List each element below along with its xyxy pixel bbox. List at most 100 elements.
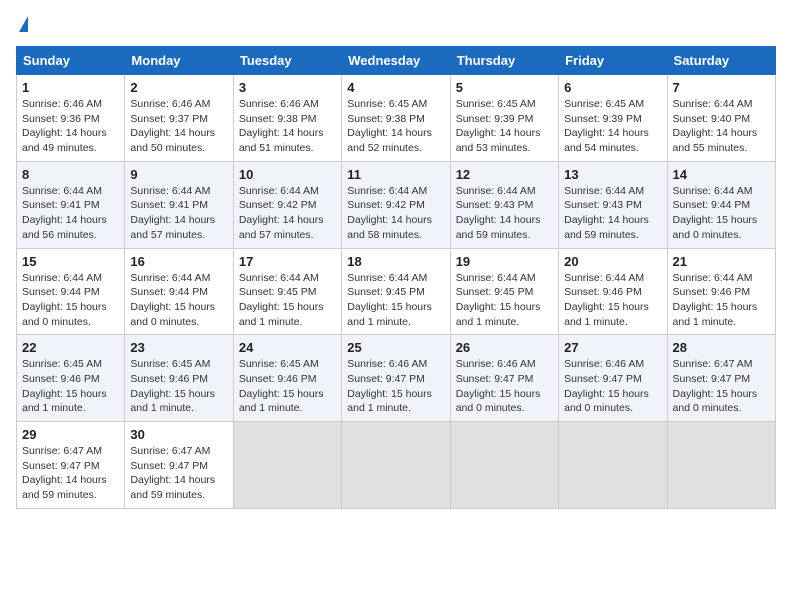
day-info-text: Sunrise: 6:44 AM Sunset: 9:40 PM Dayligh… <box>673 97 770 156</box>
day-info-text: Sunrise: 6:44 AM Sunset: 9:43 PM Dayligh… <box>564 184 661 243</box>
day-info-text: Sunrise: 6:47 AM Sunset: 9:47 PM Dayligh… <box>22 444 119 503</box>
calendar-day-cell: 9 Sunrise: 6:44 AM Sunset: 9:41 PM Daylig… <box>125 161 233 248</box>
day-number: 25 <box>347 340 444 355</box>
calendar-day-cell: 8 Sunrise: 6:44 AM Sunset: 9:41 PM Daylig… <box>17 161 125 248</box>
calendar-day-cell <box>342 422 450 509</box>
calendar-day-cell: 18Sunrise: 6:44 AM Sunset: 9:45 PM Dayli… <box>342 248 450 335</box>
day-info-text: Sunrise: 6:47 AM Sunset: 9:47 PM Dayligh… <box>673 357 770 416</box>
day-info-text: Sunrise: 6:45 AM Sunset: 9:39 PM Dayligh… <box>564 97 661 156</box>
day-info-text: Sunrise: 6:44 AM Sunset: 9:42 PM Dayligh… <box>347 184 444 243</box>
calendar-day-cell: 28 Sunrise: 6:47 AM Sunset: 9:47 PM Dayli… <box>667 335 775 422</box>
day-number: 12 <box>456 167 553 182</box>
day-info-text: Sunrise: 6:44 AM Sunset: 9:45 PM Dayligh… <box>239 271 336 330</box>
day-header-tuesday: Tuesday <box>233 47 341 75</box>
day-header-monday: Monday <box>125 47 233 75</box>
day-number: 28 <box>673 340 770 355</box>
calendar-day-cell: 14Sunrise: 6:44 AM Sunset: 9:44 PM Dayli… <box>667 161 775 248</box>
day-number: 5 <box>456 80 553 95</box>
calendar-day-cell <box>233 422 341 509</box>
day-info-text: Sunrise: 6:44 AM Sunset: 9:42 PM Dayligh… <box>239 184 336 243</box>
day-header-friday: Friday <box>559 47 667 75</box>
day-number: 2 <box>130 80 227 95</box>
calendar-day-cell: 21 Sunrise: 6:44 AM Sunset: 9:46 PM Dayli… <box>667 248 775 335</box>
day-number: 14 <box>673 167 770 182</box>
day-header-saturday: Saturday <box>667 47 775 75</box>
header-row: SundayMondayTuesdayWednesdayThursdayFrid… <box>17 47 776 75</box>
day-number: 16 <box>130 254 227 269</box>
day-info-text: Sunrise: 6:46 AM Sunset: 9:37 PM Dayligh… <box>130 97 227 156</box>
calendar-day-cell: 10 Sunrise: 6:44 AM Sunset: 9:42 PM Dayli… <box>233 161 341 248</box>
calendar-day-cell: 24 Sunrise: 6:45 AM Sunset: 9:46 PM Dayli… <box>233 335 341 422</box>
day-info-text: Sunrise: 6:46 AM Sunset: 9:47 PM Dayligh… <box>456 357 553 416</box>
day-info-text: Sunrise: 6:46 AM Sunset: 9:38 PM Dayligh… <box>239 97 336 156</box>
day-info-text: Sunrise: 6:44 AM Sunset: 9:46 PM Dayligh… <box>564 271 661 330</box>
day-number: 11 <box>347 167 444 182</box>
day-number: 4 <box>347 80 444 95</box>
day-header-sunday: Sunday <box>17 47 125 75</box>
calendar-day-cell: 22 Sunrise: 6:45 AM Sunset: 9:46 PM Dayli… <box>17 335 125 422</box>
day-info-text: Sunrise: 6:44 AM Sunset: 9:45 PM Dayligh… <box>456 271 553 330</box>
day-info-text: Sunrise: 6:44 AM Sunset: 9:44 PM Dayligh… <box>22 271 119 330</box>
day-number: 29 <box>22 427 119 442</box>
calendar-week-row: 8 Sunrise: 6:44 AM Sunset: 9:41 PM Daylig… <box>17 161 776 248</box>
day-number: 23 <box>130 340 227 355</box>
calendar-day-cell: 19 Sunrise: 6:44 AM Sunset: 9:45 PM Dayli… <box>450 248 558 335</box>
day-info-text: Sunrise: 6:44 AM Sunset: 9:44 PM Dayligh… <box>130 271 227 330</box>
calendar-day-cell: 26 Sunrise: 6:46 AM Sunset: 9:47 PM Dayli… <box>450 335 558 422</box>
page-header <box>16 16 776 34</box>
day-info-text: Sunrise: 6:45 AM Sunset: 9:46 PM Dayligh… <box>22 357 119 416</box>
calendar-table: SundayMondayTuesdayWednesdayThursdayFrid… <box>16 46 776 509</box>
day-info-text: Sunrise: 6:44 AM Sunset: 9:41 PM Dayligh… <box>130 184 227 243</box>
day-number: 18 <box>347 254 444 269</box>
day-header-thursday: Thursday <box>450 47 558 75</box>
day-number: 7 <box>673 80 770 95</box>
calendar-day-cell: 16 Sunrise: 6:44 AM Sunset: 9:44 PM Dayli… <box>125 248 233 335</box>
day-number: 20 <box>564 254 661 269</box>
day-info-text: Sunrise: 6:46 AM Sunset: 9:47 PM Dayligh… <box>564 357 661 416</box>
day-number: 24 <box>239 340 336 355</box>
day-number: 27 <box>564 340 661 355</box>
calendar-day-cell: 5 Sunrise: 6:45 AM Sunset: 9:39 PM Daylig… <box>450 75 558 162</box>
calendar-week-row: 22 Sunrise: 6:45 AM Sunset: 9:46 PM Dayli… <box>17 335 776 422</box>
calendar-day-cell: 17Sunrise: 6:44 AM Sunset: 9:45 PM Dayli… <box>233 248 341 335</box>
day-number: 6 <box>564 80 661 95</box>
day-number: 26 <box>456 340 553 355</box>
day-number: 9 <box>130 167 227 182</box>
calendar-day-cell <box>667 422 775 509</box>
day-info-text: Sunrise: 6:45 AM Sunset: 9:39 PM Dayligh… <box>456 97 553 156</box>
day-number: 30 <box>130 427 227 442</box>
day-info-text: Sunrise: 6:45 AM Sunset: 9:38 PM Dayligh… <box>347 97 444 156</box>
day-header-wednesday: Wednesday <box>342 47 450 75</box>
day-number: 22 <box>22 340 119 355</box>
calendar-day-cell: 4 Sunrise: 6:45 AM Sunset: 9:38 PM Daylig… <box>342 75 450 162</box>
calendar-day-cell: 20 Sunrise: 6:44 AM Sunset: 9:46 PM Dayli… <box>559 248 667 335</box>
calendar-day-cell: 6 Sunrise: 6:45 AM Sunset: 9:39 PM Daylig… <box>559 75 667 162</box>
day-number: 19 <box>456 254 553 269</box>
day-number: 1 <box>22 80 119 95</box>
day-info-text: Sunrise: 6:46 AM Sunset: 9:47 PM Dayligh… <box>347 357 444 416</box>
day-info-text: Sunrise: 6:44 AM Sunset: 9:46 PM Dayligh… <box>673 271 770 330</box>
calendar-day-cell: 13 Sunrise: 6:44 AM Sunset: 9:43 PM Dayli… <box>559 161 667 248</box>
day-number: 21 <box>673 254 770 269</box>
day-info-text: Sunrise: 6:45 AM Sunset: 9:46 PM Dayligh… <box>130 357 227 416</box>
calendar-day-cell: 1Sunrise: 6:46 AM Sunset: 9:36 PM Daylig… <box>17 75 125 162</box>
day-number: 10 <box>239 167 336 182</box>
day-info-text: Sunrise: 6:45 AM Sunset: 9:46 PM Dayligh… <box>239 357 336 416</box>
calendar-day-cell: 27 Sunrise: 6:46 AM Sunset: 9:47 PM Dayli… <box>559 335 667 422</box>
calendar-week-row: 1Sunrise: 6:46 AM Sunset: 9:36 PM Daylig… <box>17 75 776 162</box>
day-number: 13 <box>564 167 661 182</box>
calendar-day-cell: 3 Sunrise: 6:46 AM Sunset: 9:38 PM Daylig… <box>233 75 341 162</box>
calendar-day-cell <box>559 422 667 509</box>
calendar-day-cell: 11 Sunrise: 6:44 AM Sunset: 9:42 PM Dayli… <box>342 161 450 248</box>
calendar-day-cell: 23 Sunrise: 6:45 AM Sunset: 9:46 PM Dayli… <box>125 335 233 422</box>
day-number: 15 <box>22 254 119 269</box>
calendar-day-cell: 30Sunrise: 6:47 AM Sunset: 9:47 PM Dayli… <box>125 422 233 509</box>
calendar-day-cell: 25 Sunrise: 6:46 AM Sunset: 9:47 PM Dayli… <box>342 335 450 422</box>
calendar-week-row: 29 Sunrise: 6:47 AM Sunset: 9:47 PM Dayli… <box>17 422 776 509</box>
calendar-day-cell: 7 Sunrise: 6:44 AM Sunset: 9:40 PM Daylig… <box>667 75 775 162</box>
day-number: 3 <box>239 80 336 95</box>
calendar-day-cell: 15 Sunrise: 6:44 AM Sunset: 9:44 PM Dayli… <box>17 248 125 335</box>
calendar-week-row: 15 Sunrise: 6:44 AM Sunset: 9:44 PM Dayli… <box>17 248 776 335</box>
day-number: 8 <box>22 167 119 182</box>
day-info-text: Sunrise: 6:44 AM Sunset: 9:41 PM Dayligh… <box>22 184 119 243</box>
